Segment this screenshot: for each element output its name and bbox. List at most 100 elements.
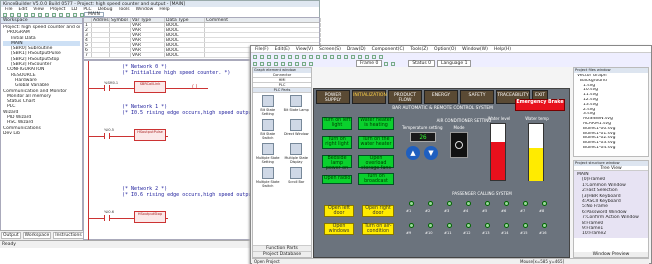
coil[interactable]: ( )	[192, 84, 198, 90]
menu-item[interactable]: File(F)	[253, 47, 271, 52]
menu-item[interactable]: Component(C)	[370, 47, 407, 52]
save-icon[interactable]	[17, 12, 21, 17]
element-item[interactable]: Bit State Switch	[255, 119, 281, 140]
align-left-icon[interactable]	[253, 61, 257, 66]
seat-indicator[interactable]	[523, 201, 528, 206]
element-item[interactable]: Bit State Setting	[255, 95, 281, 116]
menu-help[interactable]: Help	[157, 7, 171, 12]
menu-window[interactable]: Window	[134, 7, 156, 12]
paste-icon[interactable]	[302, 54, 306, 59]
menu-item[interactable]: Option(O)	[432, 47, 458, 52]
undo-icon[interactable]	[274, 54, 278, 59]
water-heater-button[interactable]: Turn on the water heater	[358, 136, 394, 149]
seat-indicator[interactable]	[447, 223, 452, 228]
seat-indicator[interactable]	[504, 223, 509, 228]
menu-tools[interactable]: Tools	[117, 7, 132, 12]
output-tab[interactable]: Workspace	[22, 232, 52, 239]
element-item[interactable]: Scroll Bar	[284, 167, 310, 188]
air-condition-button[interactable]: Turn on air-condition	[362, 223, 394, 235]
contact-symbol[interactable]	[104, 133, 110, 139]
align-center-icon[interactable]	[260, 61, 264, 66]
copy-icon[interactable]	[295, 54, 299, 59]
left-light-button[interactable]: Turn on left light	[322, 117, 352, 130]
text-icon[interactable]	[344, 54, 348, 59]
nav-initialization[interactable]: INITIALIZATION	[352, 90, 387, 104]
nav-safety[interactable]: SAFETY	[460, 90, 494, 104]
align-right-icon[interactable]	[267, 61, 271, 66]
contact-symbol[interactable]	[104, 215, 110, 221]
compile-icon[interactable]	[358, 54, 362, 59]
structure-item[interactable]: 10:Frame2	[577, 231, 645, 236]
seat-indicator[interactable]	[447, 201, 452, 206]
cut-icon[interactable]	[288, 54, 292, 59]
element-item[interactable]: Direct Window	[284, 119, 310, 140]
panel-bottom-tab[interactable]: Project Database	[253, 251, 311, 257]
nav-power-supply[interactable]: POWER SUPPLY	[316, 90, 350, 104]
line-icon[interactable]	[323, 54, 327, 59]
delete-icon[interactable]	[309, 54, 313, 59]
temp-down-icon[interactable]: ▼	[424, 146, 438, 160]
cut-icon[interactable]	[24, 12, 28, 17]
seat-indicator[interactable]	[466, 223, 471, 228]
menu-edit[interactable]: Edit	[17, 7, 30, 12]
right-light-button[interactable]: Turn on right light	[322, 136, 352, 149]
run-icon[interactable]	[59, 12, 63, 17]
window-preview-tab[interactable]: Window Preview	[574, 252, 648, 257]
status-select[interactable]: Status 0	[408, 60, 435, 67]
seat-indicator[interactable]	[542, 223, 547, 228]
italic-icon[interactable]	[391, 61, 396, 66]
download-icon[interactable]	[52, 12, 56, 17]
element-item[interactable]: Multiple State Display	[284, 143, 310, 164]
menu-view[interactable]: View	[31, 7, 46, 12]
image-icon[interactable]	[351, 54, 355, 59]
new-icon[interactable]	[253, 54, 257, 59]
function-block[interactable]: HSoutputStop	[134, 211, 166, 223]
back-icon[interactable]	[309, 61, 313, 66]
element-item[interactable]: Multiple State Switch	[255, 167, 281, 188]
function-block[interactable]: SBRCallLink	[134, 81, 166, 93]
tree-item[interactable]: Dev Lib	[3, 131, 80, 136]
function-block[interactable]: HSoutputPulse	[134, 129, 166, 141]
menu-item[interactable]: View(V)	[294, 47, 315, 52]
element-item[interactable]: Bit State Lamp	[284, 95, 310, 116]
seat-indicator[interactable]	[485, 223, 490, 228]
ungroup-icon[interactable]	[295, 61, 299, 66]
redo-icon[interactable]	[281, 54, 285, 59]
seat-indicator[interactable]	[428, 223, 433, 228]
seat-indicator[interactable]	[504, 201, 509, 206]
menu-item[interactable]: Draw(D)	[345, 47, 368, 52]
seat-indicator[interactable]	[523, 223, 528, 228]
seat-indicator[interactable]	[485, 201, 490, 206]
broadcast-button[interactable]: Turn on broadcast	[358, 173, 394, 185]
compile-icon[interactable]	[45, 12, 49, 17]
group-icon[interactable]	[288, 61, 292, 66]
radio-button[interactable]: Open radio	[322, 175, 352, 184]
temp-up-icon[interactable]: ▲	[406, 146, 420, 160]
language-select[interactable]: Language 1	[436, 60, 472, 67]
rect-icon[interactable]	[330, 54, 334, 59]
seat-indicator[interactable]	[428, 201, 433, 206]
menu-item[interactable]: Window(W)	[460, 47, 490, 52]
file-item[interactable]: Bullet1-04.svg	[577, 146, 645, 151]
element-item[interactable]: Multiple State Setting	[255, 143, 281, 164]
new-icon[interactable]	[3, 12, 7, 17]
align-bottom-icon[interactable]	[281, 61, 285, 66]
menu-project[interactable]: Project	[48, 7, 67, 12]
menu-ld[interactable]: LD	[69, 7, 79, 12]
seat-indicator[interactable]	[466, 201, 471, 206]
seat-indicator[interactable]	[409, 223, 414, 228]
align-top-icon[interactable]	[274, 61, 278, 66]
menu-item[interactable]: Screen(S)	[317, 47, 343, 52]
structure-item[interactable]: 7:Confirm Action Window	[577, 215, 645, 220]
front-icon[interactable]	[302, 61, 306, 66]
water-heater-status-button[interactable]: Water heater is heating	[358, 117, 394, 130]
menu-item[interactable]: Edit(E)	[273, 47, 292, 52]
frame-select[interactable]: Frame 0	[356, 60, 383, 67]
bedside-lamp-button[interactable]: Bedside lamp power on	[322, 155, 352, 171]
stop-icon[interactable]	[66, 12, 70, 17]
open-right-door-button[interactable]: Open right door	[362, 205, 394, 217]
simulate-icon[interactable]	[372, 54, 376, 59]
paste-icon[interactable]	[38, 12, 42, 17]
open-icon[interactable]	[10, 12, 14, 17]
contact-symbol[interactable]	[104, 85, 110, 91]
